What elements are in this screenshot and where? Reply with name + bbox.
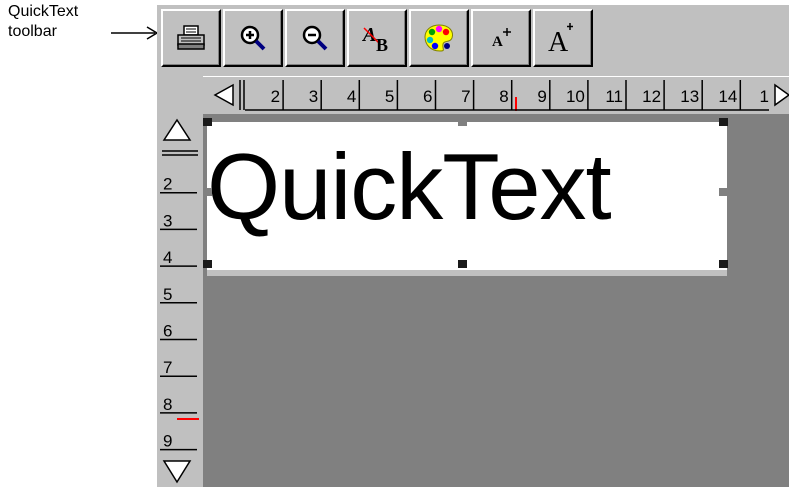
ruler-label: 8 [163,395,172,414]
ruler-label: 14 [718,87,737,106]
ruler-label: 11 [605,87,623,106]
quicktext-text[interactable]: QuickText [207,132,612,242]
palette-icon [424,24,453,52]
ruler-label: 2 [163,175,172,194]
color-button[interactable] [409,9,469,67]
ruler-label: 5 [163,285,172,304]
ruler-label: 9 [537,87,546,106]
ruler-label: 2 [271,87,280,106]
resize-handle-top[interactable] [458,118,467,126]
zoom-out-button[interactable] [285,9,345,67]
font-icon: A B [361,24,388,53]
ruler-scroll-up-icon[interactable] [160,116,194,146]
font-size-small-button[interactable]: A [471,9,531,67]
ruler-scroll-left-icon[interactable] [203,80,237,110]
ruler-label: 8 [499,87,508,106]
svg-text:A: A [361,24,376,46]
resize-handle-bottom-right[interactable] [719,260,728,268]
resize-handle-top-right[interactable] [719,118,728,126]
ruler-label: 13 [680,87,699,106]
ruler-scroll-down-icon[interactable] [160,457,194,485]
print-button[interactable] [161,9,221,67]
quicktext-toolbar: A B A A [157,4,789,73]
callout-arrow-icon [111,26,159,40]
ruler-label: 10 [566,87,585,106]
ruler-scroll-right-icon[interactable] [771,80,789,110]
svg-text:B: B [376,35,388,53]
resize-handle-right[interactable] [719,188,728,196]
zoom-out-icon [302,25,328,51]
resize-handle-top-left[interactable] [203,118,212,126]
callout-label: QuickText toolbar [8,2,78,42]
ruler-label: 7 [461,87,470,106]
printer-icon [177,25,205,50]
quicktext-window: A B A A 2 3 4 5 6 7 8 9 10 11 12 13 14 1… [157,4,789,487]
zoom-in-button[interactable] [223,9,283,67]
ruler-corner [157,76,203,112]
callout-line-1: QuickText [8,3,79,20]
ruler-label: 6 [423,87,432,106]
font-size-large-button[interactable]: A [533,9,593,67]
ruler-label: 6 [163,322,172,341]
ruler-label: 4 [163,248,172,267]
zoom-in-icon [240,25,266,51]
ruler-label: 3 [309,87,318,106]
text-object[interactable]: QuickText [207,122,727,276]
font-size-large-icon: A [548,23,573,55]
ruler-label: 5 [385,87,394,106]
ruler-label: 9 [163,432,172,451]
font-button[interactable]: A B [347,9,407,67]
ruler-label: 3 [163,211,172,230]
vertical-ruler: 2 3 4 5 6 7 8 9 [157,114,204,487]
font-size-small-icon: A [492,28,511,50]
ruler-label: 7 [163,358,172,377]
callout-line-2: toolbar [8,23,57,40]
ruler-label: 4 [347,87,356,106]
svg-text:A: A [548,27,569,55]
horizontal-ruler: 2 3 4 5 6 7 8 9 10 11 12 13 14 1 [203,76,789,113]
ruler-label: 12 [642,87,661,106]
resize-handle-bottom-left[interactable] [203,260,212,268]
ruler-label: 1 [760,87,769,106]
resize-handle-left[interactable] [203,188,212,196]
resize-handle-bottom[interactable] [458,260,467,268]
text-canvas[interactable]: QuickText [203,114,789,487]
svg-text:A: A [492,34,503,50]
